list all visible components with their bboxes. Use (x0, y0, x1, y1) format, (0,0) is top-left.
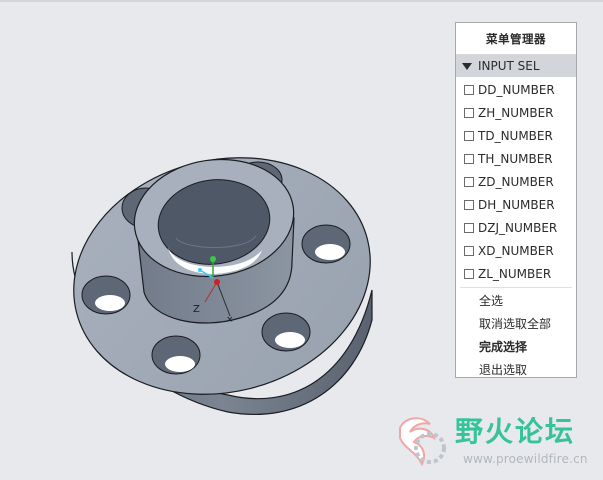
item-label: ZD_NUMBER (478, 174, 554, 189)
checkbox-item-zd-number[interactable]: ZD_NUMBER (456, 170, 576, 193)
collapse-triangle-icon[interactable] (462, 62, 472, 70)
item-label: TH_NUMBER (478, 151, 553, 166)
checkbox-item-xd-number[interactable]: XD_NUMBER (456, 239, 576, 262)
done-select-command[interactable]: 完成选择 (456, 336, 576, 359)
checkbox-list: DD_NUMBER ZH_NUMBER TD_NUMBER TH_NUMBER … (456, 77, 576, 285)
checkbox-item-dh-number[interactable]: DH_NUMBER (456, 193, 576, 216)
checkbox-icon[interactable] (464, 153, 474, 164)
watermark-url: www.proewildfire.cn (463, 452, 588, 466)
checkbox-icon[interactable] (464, 245, 474, 256)
checkbox-item-dzj-number[interactable]: DZJ_NUMBER (456, 216, 576, 239)
checkbox-icon[interactable] (464, 268, 474, 279)
svg-text:×: × (226, 315, 234, 325)
bolt-hole (301, 224, 351, 264)
unselect-all-command[interactable]: 取消选取全部 (456, 313, 576, 336)
select-all-command[interactable]: 全选 (456, 290, 576, 313)
forum-watermark: 野火论坛 www.proewildfire.cn (390, 408, 603, 476)
checkbox-item-td-number[interactable]: TD_NUMBER (456, 124, 576, 147)
checkbox-icon[interactable] (464, 176, 474, 187)
item-label: DD_NUMBER (478, 82, 555, 97)
checkbox-icon[interactable] (464, 84, 474, 95)
bolt-hole (261, 312, 311, 352)
item-label: DZJ_NUMBER (478, 220, 558, 235)
item-label: XD_NUMBER (478, 243, 554, 258)
checkbox-icon[interactable] (464, 222, 474, 233)
bolt-hole (81, 275, 131, 315)
watermark-title: 野火论坛 (455, 415, 576, 448)
checkbox-item-zl-number[interactable]: ZL_NUMBER (456, 262, 576, 285)
axis-label-z: Z (193, 304, 200, 315)
item-label: TD_NUMBER (478, 128, 553, 143)
input-sel-label: INPUT SEL (478, 59, 540, 73)
quit-select-command[interactable]: 退出选取 (456, 359, 576, 382)
menu-title: 菜单管理器 (456, 23, 576, 55)
checkbox-item-dd-number[interactable]: DD_NUMBER (456, 78, 576, 101)
bolt-hole (151, 335, 201, 375)
checkbox-item-th-number[interactable]: TH_NUMBER (456, 147, 576, 170)
checkbox-icon[interactable] (464, 199, 474, 210)
flame-logo-icon (399, 417, 446, 467)
item-label: DH_NUMBER (478, 197, 555, 212)
menu-manager: 菜单管理器 INPUT SEL DD_NUMBER ZH_NUMBER TD_N… (455, 22, 577, 378)
item-label: ZH_NUMBER (478, 105, 554, 120)
input-sel-header[interactable]: INPUT SEL (456, 55, 576, 77)
menu-divider (460, 287, 572, 288)
checkbox-icon[interactable] (464, 130, 474, 141)
checkbox-item-zh-number[interactable]: ZH_NUMBER (456, 101, 576, 124)
checkbox-icon[interactable] (464, 107, 474, 118)
item-label: ZL_NUMBER (478, 266, 552, 281)
